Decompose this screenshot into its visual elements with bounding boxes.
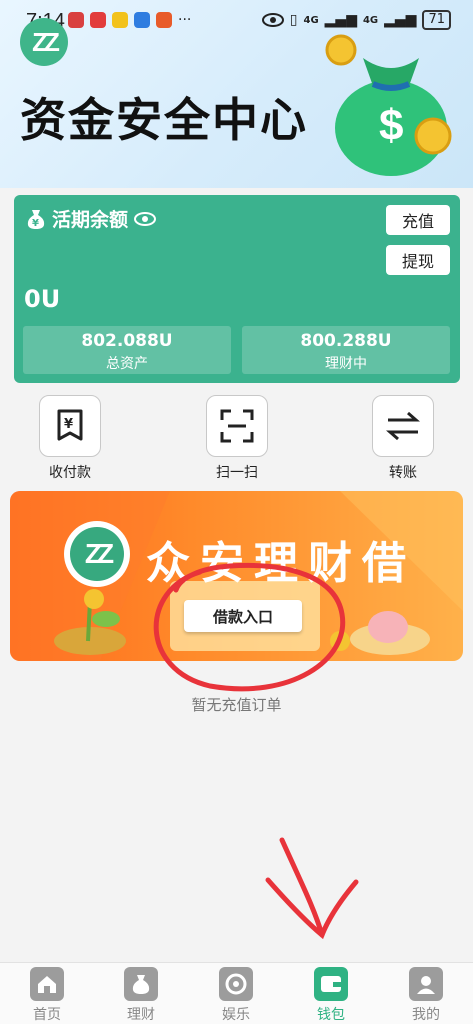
- action-scan[interactable]: 扫一扫: [192, 395, 282, 482]
- action-label: 扫一扫: [216, 465, 258, 481]
- more-dots-icon: ···: [178, 12, 192, 28]
- empty-orders-text: 暂无充值订单: [191, 696, 282, 714]
- investing-box: 800.288U 理财中: [242, 326, 450, 374]
- home-icon: [30, 967, 64, 1001]
- action-label: 转账: [389, 465, 417, 481]
- tab-home[interactable]: 首页: [17, 967, 77, 1024]
- tab-profile[interactable]: 我的: [396, 967, 456, 1024]
- tab-wallet[interactable]: 钱包: [301, 967, 361, 1024]
- signal-4g-label-2: 4G: [362, 14, 379, 26]
- action-icon-box: [372, 395, 434, 457]
- action-transfer[interactable]: 转账: [358, 395, 448, 482]
- signal-bars-icon: ▂▄▆: [324, 12, 357, 28]
- quick-actions: ¥ 收付款 扫一扫 转账: [0, 395, 473, 481]
- app-notification-icon: [112, 12, 128, 28]
- money-bag-icon: ¥: [27, 209, 45, 229]
- tab-finance[interactable]: 理财: [111, 967, 171, 1024]
- action-label: 收付款: [49, 465, 91, 481]
- svg-text:¥: ¥: [64, 417, 73, 432]
- signal-4g-label: 4G: [303, 14, 319, 26]
- eye-comfort-icon: [261, 13, 284, 27]
- tab-label: 首页: [33, 1007, 61, 1023]
- investing-value: 800.288U: [300, 331, 392, 351]
- tab-label: 娱乐: [222, 1007, 250, 1023]
- loan-entry-button[interactable]: 借款入口: [184, 600, 302, 632]
- balance-amount: 0U: [24, 285, 61, 313]
- game-icon: [219, 967, 253, 1001]
- balance-label: 活期余额: [52, 209, 129, 231]
- bottom-tab-bar: 首页 理财 娱乐 钱包 我的: [0, 962, 473, 1024]
- banner-logo: ZZ: [64, 521, 130, 587]
- weibo-icon: [90, 12, 106, 28]
- action-icon-box: [206, 395, 268, 457]
- header-banner: 7:14 ··· ▯ 4G ▂▄▆ 4G ▂▄▆ 71 ZZ 资金安全中心 $: [0, 0, 473, 188]
- red-arrow-shaft: [279, 837, 325, 938]
- wallet-icon: [314, 967, 348, 1001]
- loan-banner[interactable]: ZZ 众安理财借 借款入口: [10, 491, 463, 661]
- svg-text:¥: ¥: [32, 218, 39, 229]
- banner-logo-mark: ZZ: [70, 527, 124, 581]
- total-assets-label: 总资产: [106, 356, 148, 372]
- recharge-button[interactable]: 充值: [386, 205, 450, 235]
- receipt-yuan-icon: ¥: [57, 409, 83, 441]
- withdraw-button[interactable]: 提现: [386, 245, 450, 275]
- money-bag-icon: [124, 967, 158, 1001]
- app-notification-icon: [134, 12, 150, 28]
- notification-icons: ···: [66, 12, 191, 28]
- balance-card: ¥ 活期余额 充值 提现 0U 802.088U 总资产 800.288U 理财…: [14, 195, 460, 383]
- vibrate-icon: ▯: [289, 12, 298, 28]
- banner-title: 众安理财借: [146, 538, 416, 589]
- battery-indicator: 71: [422, 10, 451, 30]
- user-icon: [409, 967, 443, 1001]
- app-notification-icon: [156, 12, 172, 28]
- app-notification-icon: [68, 12, 84, 28]
- tab-label: 钱包: [317, 1007, 345, 1023]
- balance-label-row: ¥ 活期余额: [26, 205, 157, 232]
- total-assets-box: 802.088U 总资产: [23, 326, 231, 374]
- eye-icon[interactable]: [134, 211, 157, 227]
- red-arrow-head: [265, 877, 359, 940]
- transfer-icon: [386, 411, 420, 441]
- tab-label: 我的: [412, 1007, 440, 1023]
- investing-label: 理财中: [325, 356, 367, 372]
- action-receive-pay[interactable]: ¥ 收付款: [25, 395, 115, 482]
- tab-entertainment[interactable]: 娱乐: [206, 967, 266, 1024]
- app-logo: ZZ: [20, 18, 68, 66]
- svg-text:$: $: [379, 101, 403, 150]
- page-title: 资金安全中心: [20, 93, 308, 147]
- signal-bars-icon-2: ▂▄▆: [384, 12, 417, 28]
- total-assets-value: 802.088U: [81, 331, 173, 351]
- action-icon-box: ¥: [39, 395, 101, 457]
- tab-label: 理财: [127, 1007, 155, 1023]
- status-indicators: ▯ 4G ▂▄▆ 4G ▂▄▆ 71: [261, 10, 451, 30]
- scan-icon: [220, 409, 254, 443]
- money-bag-illustration: $: [325, 34, 452, 176]
